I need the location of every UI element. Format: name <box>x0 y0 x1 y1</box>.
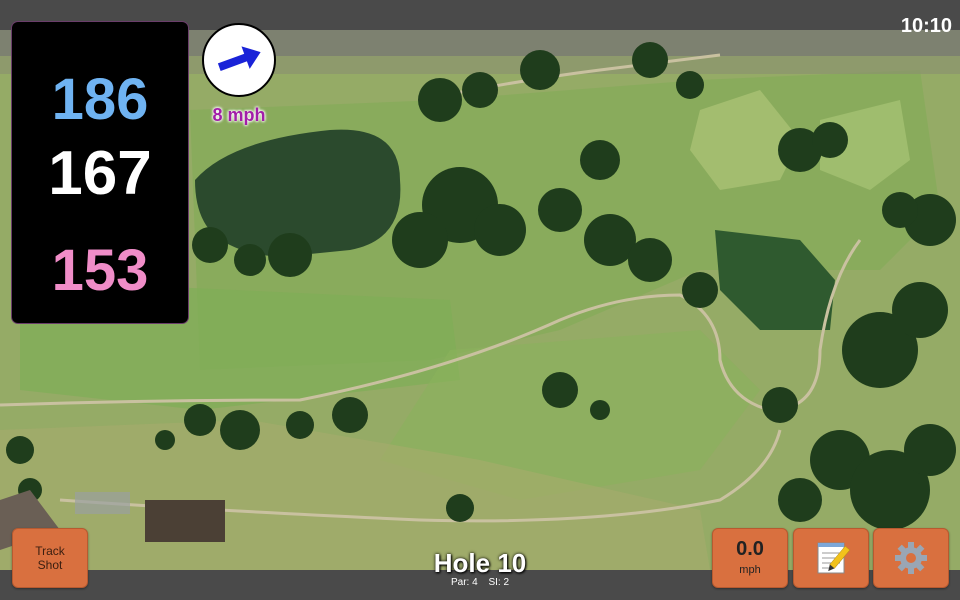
hole-title: Hole 10 <box>433 548 527 578</box>
hole-info: Par: 4 SI: 2 <box>380 577 580 588</box>
track-shot-label-line1: Track <box>35 544 65 558</box>
wind-speed: 8 mph <box>212 105 266 125</box>
yardage-panel: 186 167 153 <box>12 22 188 323</box>
settings-button[interactable] <box>873 528 949 588</box>
notepad-icon <box>817 542 851 574</box>
speed-unit: mph <box>739 564 761 576</box>
notes-button[interactable] <box>793 528 869 588</box>
hole-par: Par: 4 <box>450 577 478 588</box>
track-shot-label-line2: Shot <box>37 558 63 572</box>
track-shot-button[interactable]: Track Shot <box>12 528 88 588</box>
back-yardage: 186 <box>51 67 149 132</box>
hole-stroke-index: SI: 2 <box>488 577 510 588</box>
front-yardage: 153 <box>51 238 149 303</box>
wind-arrow-icon <box>217 46 261 71</box>
clock: 10:10 <box>900 15 952 37</box>
speed-button[interactable]: 0.0 mph <box>712 528 788 588</box>
speed-value: 0.0 <box>736 538 764 560</box>
middle-yardage: 167 <box>48 139 152 208</box>
wind-indicator <box>202 23 276 97</box>
gear-icon <box>895 542 927 574</box>
